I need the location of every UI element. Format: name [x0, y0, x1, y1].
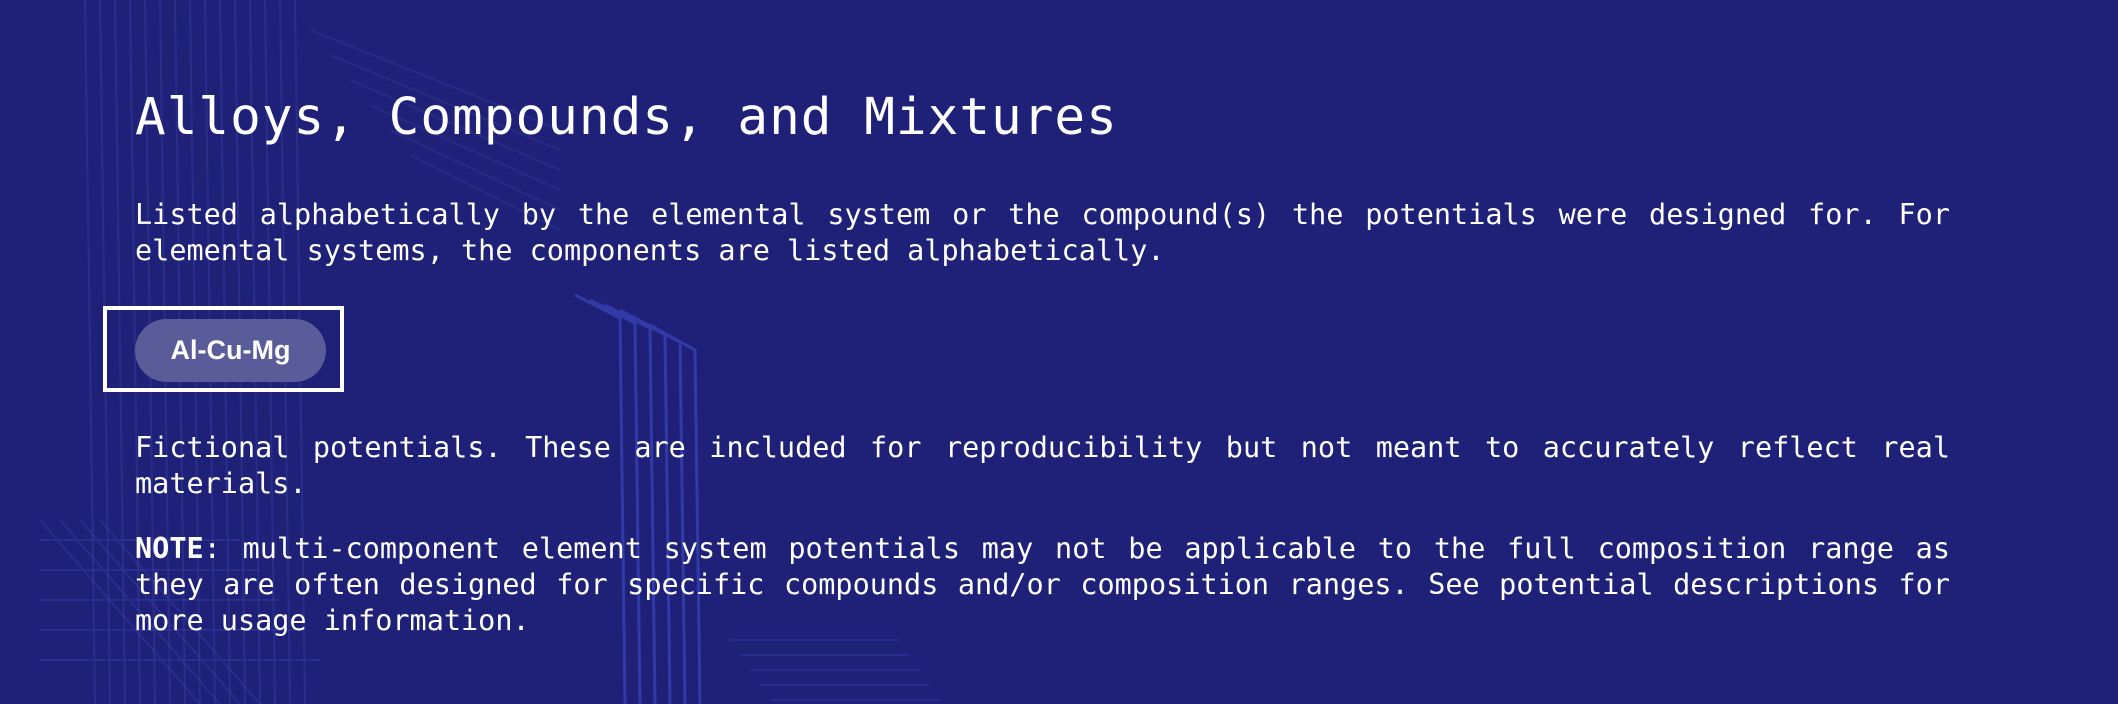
tag-button-al-cu-mg[interactable]: Al-Cu-Mg: [135, 319, 326, 382]
description-text: Fictional potentials. These are included…: [135, 431, 1950, 500]
note-text: : multi-component element system potenti…: [135, 532, 1950, 637]
note-label: NOTE: [135, 532, 204, 565]
intro-text: Listed alphabetically by the elemental s…: [135, 198, 1950, 267]
section-title: Alloys, Compounds, and Mixtures: [135, 88, 1118, 147]
note-paragraph: NOTE: multi-component element system pot…: [135, 531, 1950, 639]
